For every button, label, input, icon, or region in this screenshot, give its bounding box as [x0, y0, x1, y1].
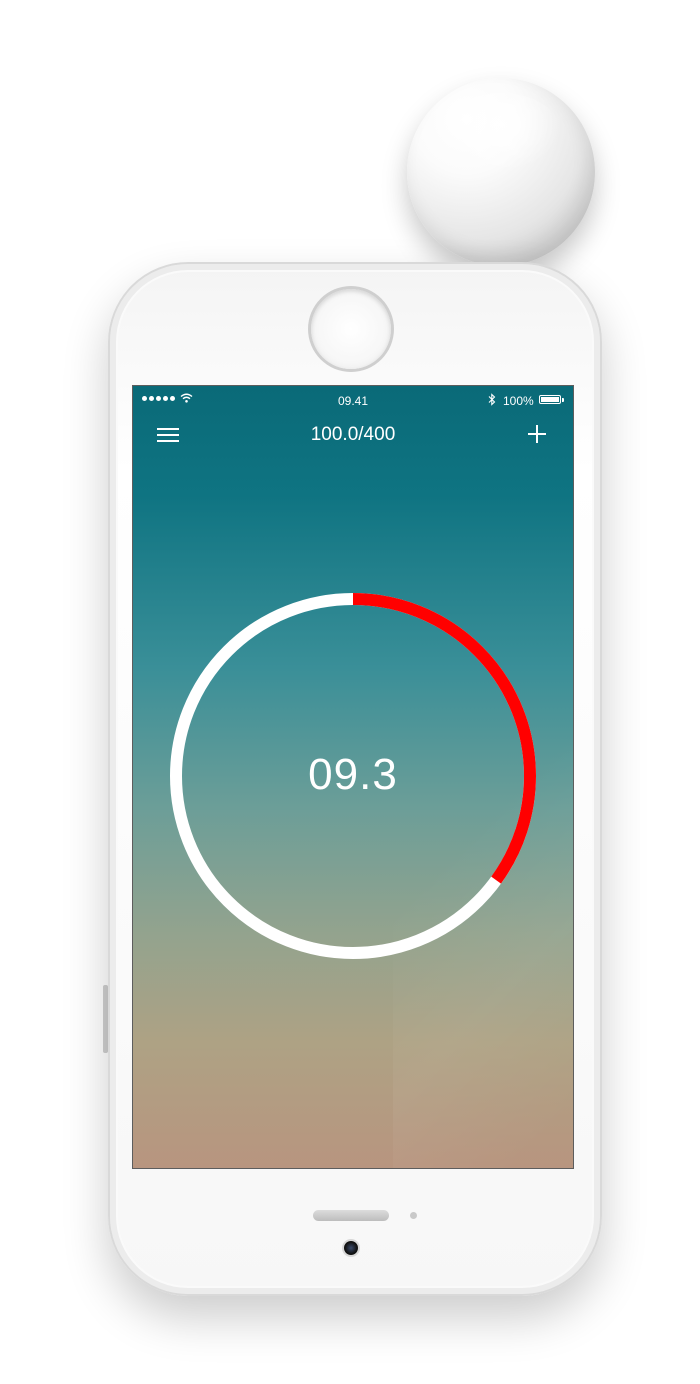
battery-icon: [539, 395, 564, 404]
camera-icon: [344, 1241, 358, 1255]
home-button[interactable]: [311, 289, 391, 369]
nav-title: 100.0/400: [310, 424, 396, 445]
plus-icon[interactable]: [527, 424, 547, 444]
product-shot: 09.41 100% 100.0/400 09.3: [0, 0, 700, 1384]
nav-bar: 100.0/400: [133, 414, 573, 458]
sensor-dot: [410, 1212, 417, 1219]
app-screen: 09.41 100% 100.0/400 09.3: [132, 385, 574, 1169]
battery-percentage: 100%: [503, 394, 534, 408]
speaker-grille: [313, 1210, 389, 1221]
bluetooth-icon: [488, 393, 496, 406]
gauge-reading: 09.3: [308, 750, 398, 799]
light-meter-dome: [407, 78, 595, 266]
status-bar: 09.41 100%: [133, 386, 573, 414]
